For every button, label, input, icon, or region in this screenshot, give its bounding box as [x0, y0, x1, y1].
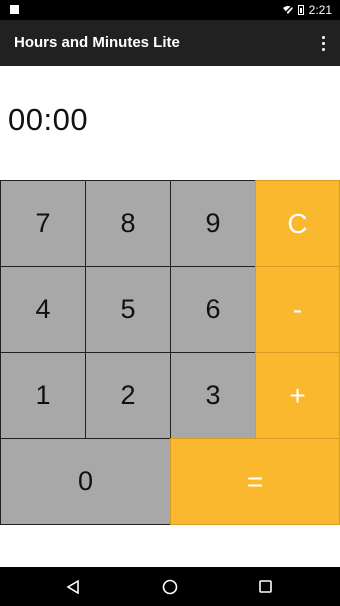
- key-0[interactable]: 0: [0, 438, 171, 525]
- home-icon[interactable]: [150, 567, 190, 606]
- subtract-button[interactable]: -: [255, 266, 340, 353]
- back-icon[interactable]: [53, 567, 93, 606]
- key-3[interactable]: 3: [170, 352, 256, 439]
- clear-button[interactable]: C: [255, 180, 340, 267]
- key-7[interactable]: 7: [0, 180, 86, 267]
- key-6[interactable]: 6: [170, 266, 256, 353]
- time-display: 00:00: [8, 102, 89, 137]
- status-time: 2:21: [308, 3, 332, 17]
- key-2[interactable]: 2: [85, 352, 171, 439]
- navigation-bar: [0, 567, 340, 606]
- status-icons: 2:21: [282, 0, 332, 20]
- key-4[interactable]: 4: [0, 266, 86, 353]
- notification-icon: [10, 5, 19, 14]
- equals-button[interactable]: =: [170, 438, 340, 525]
- key-1[interactable]: 1: [0, 352, 86, 439]
- keypad: 7 8 9 C 4 5 6 - 1 2 3 + 0 =: [0, 180, 340, 525]
- wifi-off-icon: [282, 5, 293, 15]
- recent-apps-icon[interactable]: [245, 567, 285, 606]
- battery-icon: [297, 5, 304, 15]
- key-5[interactable]: 5: [85, 266, 171, 353]
- app-bar: Hours and Minutes Lite: [0, 20, 340, 66]
- key-9[interactable]: 9: [170, 180, 256, 267]
- add-button[interactable]: +: [255, 352, 340, 439]
- key-8[interactable]: 8: [85, 180, 171, 267]
- app-title: Hours and Minutes Lite: [14, 34, 180, 51]
- status-bar: 2:21: [0, 0, 340, 20]
- overflow-menu-icon[interactable]: [316, 32, 330, 54]
